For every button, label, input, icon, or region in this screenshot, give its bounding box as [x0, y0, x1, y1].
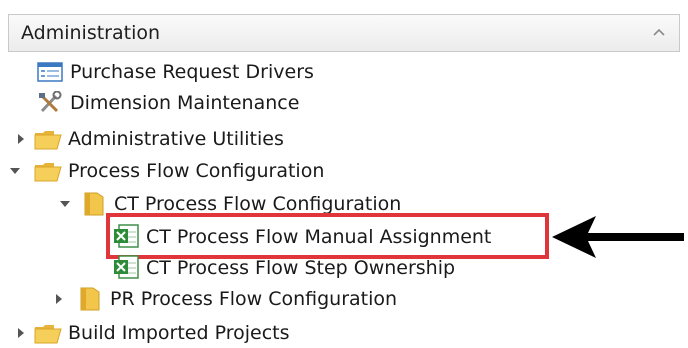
tree-item-administrative-utilities[interactable]: Administrative Utilities — [14, 124, 284, 154]
tree-item-label: Process Flow Configuration — [68, 160, 325, 182]
expand-arrow-icon[interactable] — [14, 326, 28, 340]
tree-item-label: CT Process Flow Step Ownership — [146, 257, 456, 279]
tree-item-label: Purchase Request Drivers — [70, 61, 314, 83]
tree-item-label: Dimension Maintenance — [70, 92, 300, 114]
excel-sheet-icon — [112, 224, 140, 250]
folder-icon — [80, 191, 108, 217]
tree-item-pr-process-flow-configuration[interactable]: PR Process Flow Configuration — [52, 284, 397, 314]
tree-item-label: Administrative Utilities — [68, 128, 284, 150]
tree-item-label: Build Imported Projects — [68, 322, 290, 344]
folder-open-icon — [34, 320, 62, 346]
tree-item-process-flow-configuration[interactable]: Process Flow Configuration — [8, 156, 324, 186]
tree-item-label: PR Process Flow Configuration — [110, 288, 398, 310]
excel-sheet-icon — [112, 255, 140, 281]
tree-item-label: CT Process Flow Manual Assignment — [146, 226, 492, 248]
annotation-arrow-icon — [552, 216, 684, 258]
folder-icon — [76, 286, 104, 312]
tree-item-dimension-maintenance[interactable]: Dimension Maintenance — [36, 88, 299, 118]
expand-arrow-icon[interactable] — [14, 132, 28, 146]
expand-arrow-icon[interactable] — [52, 292, 66, 306]
list-doc-icon — [36, 59, 64, 85]
folder-open-icon — [34, 158, 62, 184]
collapse-arrow-icon[interactable] — [8, 164, 22, 178]
tree-item-ct-process-flow-step-ownership[interactable]: CT Process Flow Step Ownership — [112, 253, 455, 283]
folder-open-icon — [34, 126, 62, 152]
collapse-arrow-icon[interactable] — [58, 197, 72, 211]
tools-icon — [36, 90, 64, 116]
panel-title: Administration — [21, 22, 161, 44]
tree-item-label: CT Process Flow Configuration — [114, 193, 402, 215]
chevron-up-icon[interactable] — [649, 23, 669, 43]
tree-item-purchase-request-drivers[interactable]: Purchase Request Drivers — [36, 57, 314, 87]
tree-item-ct-process-flow-manual-assignment[interactable]: CT Process Flow Manual Assignment — [112, 222, 491, 252]
administration-panel-header[interactable]: Administration — [8, 14, 680, 52]
